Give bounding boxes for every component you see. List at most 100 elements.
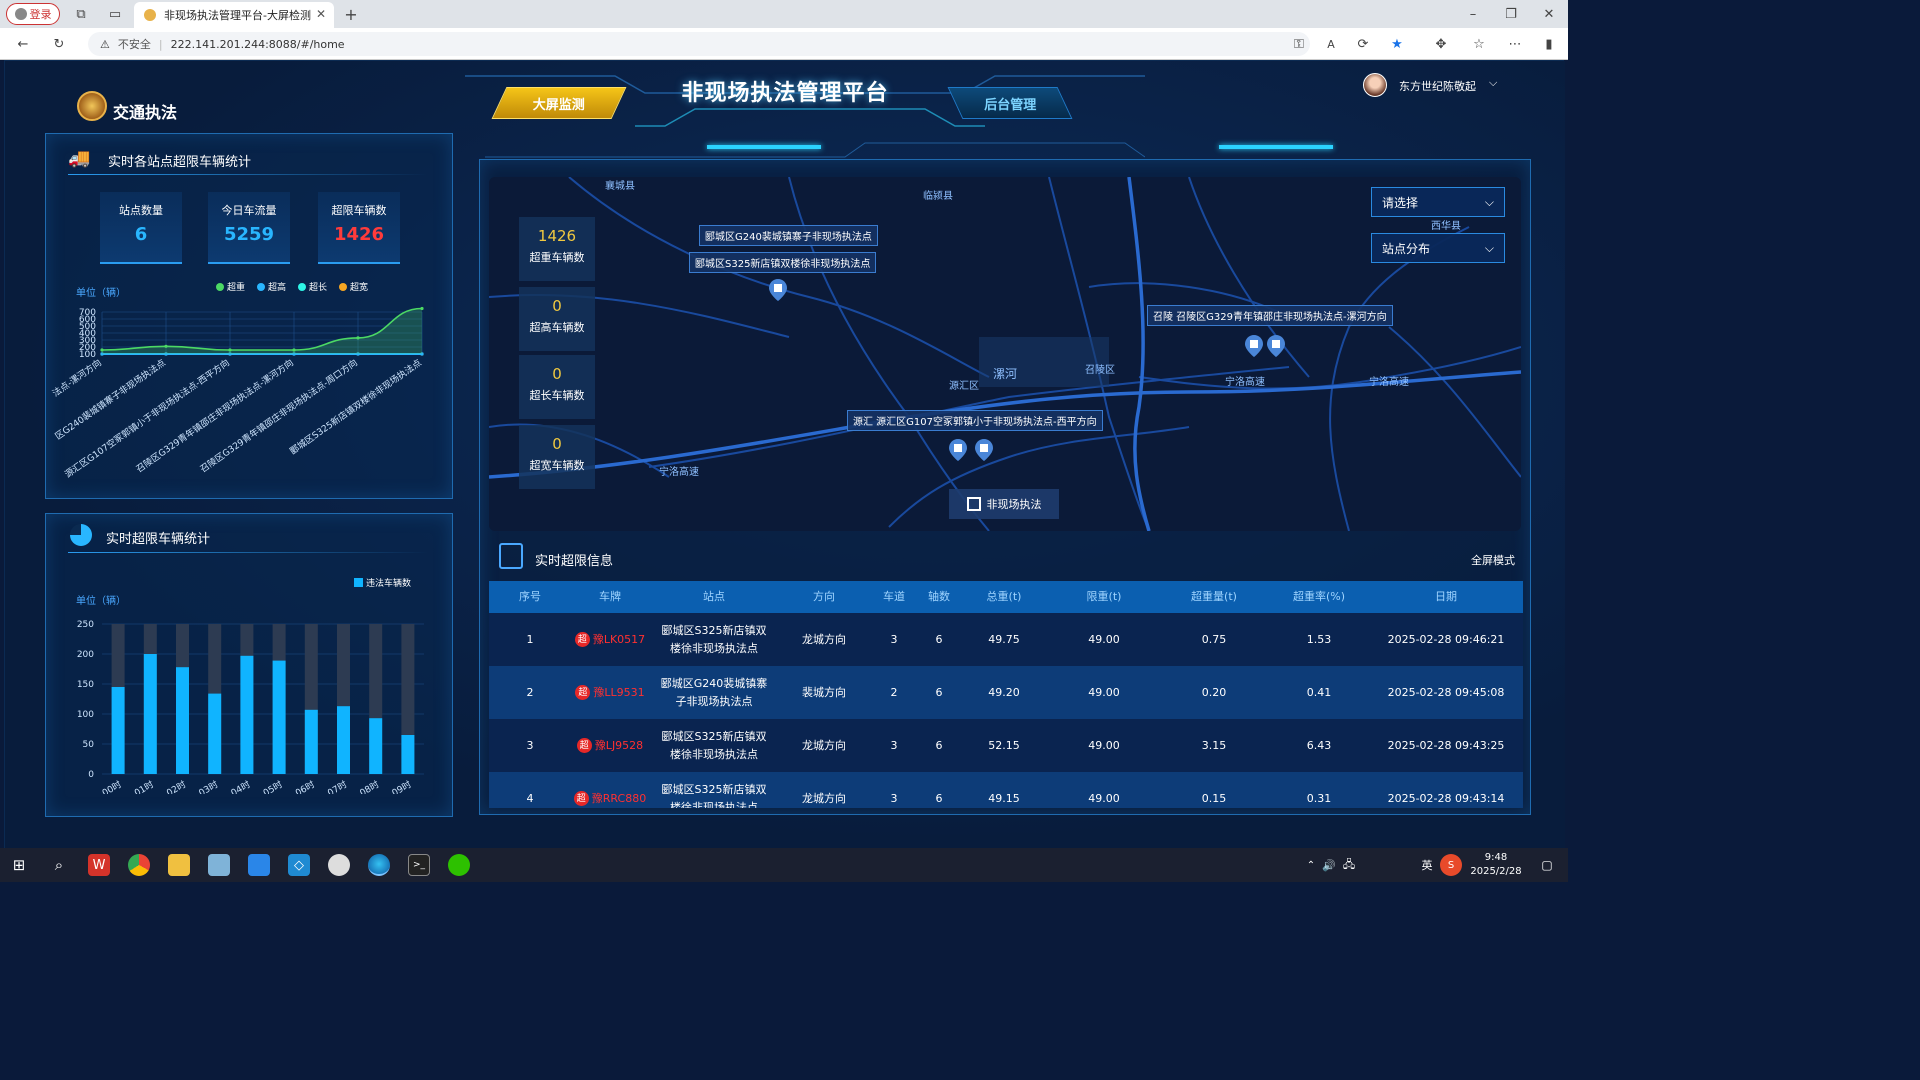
map-marker-icon[interactable] bbox=[769, 279, 787, 301]
ime-indicator[interactable]: 英 bbox=[1416, 854, 1438, 876]
browser-tab-active[interactable]: 非现场执法管理平台-大屏检测 ✕ bbox=[134, 2, 334, 28]
map-legend-label: 非现场执法 bbox=[986, 498, 1042, 511]
map[interactable]: 1426 超重车辆数 0 超高车辆数 0 超长车辆数 0 超宽车辆数 襄城县 临颍县 西… bbox=[489, 177, 1521, 531]
station-stats-panel: 🚚 实时各站点超限车辆统计 站点数量 6 今日车流量 5259 超限车辆数 14… bbox=[45, 133, 453, 499]
url-field[interactable]: ⚠ 不安全 | 222.141.201.244:8088/#/home bbox=[88, 32, 1310, 56]
feishu-icon[interactable] bbox=[248, 854, 270, 876]
new-tab-icon[interactable]: + bbox=[340, 3, 362, 25]
stat-value: 1426 bbox=[333, 224, 385, 245]
refresh-icon[interactable]: ↻ bbox=[48, 33, 70, 55]
profile-button[interactable]: 登录 bbox=[6, 3, 60, 25]
key-icon[interactable]: ⚿ bbox=[1288, 33, 1310, 55]
windows-start-icon[interactable]: ⊞ bbox=[8, 854, 30, 876]
bar[interactable] bbox=[304, 709, 318, 774]
workspaces-icon[interactable]: ⧉ bbox=[70, 3, 92, 25]
notepad-icon[interactable] bbox=[208, 854, 230, 876]
vscode-icon[interactable]: ◇ bbox=[288, 854, 310, 876]
terminal-icon[interactable]: >_ bbox=[408, 854, 430, 876]
read-aloud-icon[interactable]: A bbox=[1320, 33, 1342, 55]
x-tick-label: 01时 bbox=[132, 778, 156, 794]
map-station-tag[interactable]: 郾城区G240裴城镇寨子非现场执法点 bbox=[699, 225, 878, 246]
map-place-label: 西华县 bbox=[1431, 221, 1461, 232]
bar[interactable] bbox=[143, 654, 157, 774]
bar[interactable] bbox=[176, 667, 189, 774]
volume-icon[interactable]: 🔊 bbox=[1318, 854, 1340, 876]
series-point bbox=[420, 306, 424, 311]
table-cell-limit: 49.00 bbox=[1088, 738, 1120, 752]
map-marker-icon[interactable] bbox=[1267, 335, 1285, 357]
bar[interactable] bbox=[111, 687, 125, 774]
chrome-icon[interactable] bbox=[128, 854, 150, 876]
sogou-icon[interactable]: S bbox=[1440, 854, 1462, 876]
tab-actions-icon[interactable]: ▭ bbox=[104, 3, 126, 25]
bar[interactable] bbox=[272, 660, 286, 774]
chevron-down-icon: ⌵ bbox=[1484, 240, 1494, 255]
user-avatar[interactable] bbox=[1363, 73, 1387, 97]
taskbar-clock[interactable]: 9:48 2025/2/28 bbox=[1466, 851, 1526, 879]
map-marker-icon[interactable] bbox=[1245, 335, 1263, 357]
map-stat-overwidth: 0 超宽车辆数 bbox=[519, 425, 595, 489]
stat-label: 今日车流量 bbox=[221, 204, 277, 217]
layer-select[interactable]: 站点分布 ⌵ bbox=[1371, 233, 1505, 263]
taskbar: ⊞ ⌕ W ◇ >_ ⌃ 🔊 🖧 英 S 9:48 2025/2/28 ▢ bbox=[0, 848, 1568, 882]
station-stats-title: 实时各站点超限车辆统计 bbox=[108, 155, 252, 170]
close-window-icon[interactable]: ✕ bbox=[1538, 3, 1560, 25]
notifications-icon[interactable]: ▢ bbox=[1536, 854, 1558, 876]
favorites-icon[interactable]: ☆ bbox=[1468, 33, 1490, 55]
table-row[interactable]: 4 超豫RRC880 郾城区S325新店镇双楼徐非现场执法点 龙城方向 3 6 49.15 4… bbox=[489, 772, 1523, 808]
map-place-label: 源汇区 bbox=[949, 381, 979, 392]
network-icon[interactable]: 🖧 bbox=[1338, 854, 1360, 876]
favorite-star-icon[interactable]: ★ bbox=[1386, 33, 1408, 55]
map-station-tag[interactable]: 召陵 召陵区G329青年镇邵庄非现场执法点-漯河方向 bbox=[1147, 305, 1393, 326]
table-row[interactable]: 1 超豫LK0517 郾城区S325新店镇双楼徐非现场执法点 龙城方向 3 6 49.75 4… bbox=[489, 613, 1523, 666]
bar[interactable] bbox=[240, 655, 254, 774]
sidebar-icon[interactable]: ▮ bbox=[1538, 33, 1560, 55]
map-station-tag[interactable]: 郾城区S325新店镇双楼徐非现场执法点 bbox=[689, 252, 877, 273]
warning-icon: ⚠ bbox=[100, 37, 110, 51]
x-tick-label: 03时 bbox=[196, 778, 220, 794]
sync-icon[interactable]: ⟳ bbox=[1352, 33, 1374, 55]
chevron-down-icon[interactable]: ⌵ bbox=[1489, 76, 1497, 90]
column-header: 超重率(%) bbox=[1292, 590, 1346, 603]
chat-icon[interactable] bbox=[328, 854, 350, 876]
more-icon[interactable]: ⋯ bbox=[1504, 33, 1526, 55]
tab-close-icon[interactable]: ✕ bbox=[316, 7, 326, 21]
x-tick-label: 法点-漯河方向 bbox=[50, 357, 104, 400]
bar[interactable] bbox=[337, 706, 350, 774]
table-row[interactable]: 3 超豫LJ9528 郾城区S325新店镇双楼徐非现场执法点 龙城方向 3 6 52.15 4… bbox=[489, 719, 1523, 772]
wps-icon[interactable]: W bbox=[88, 854, 110, 876]
station-select[interactable]: 请选择 ⌵ bbox=[1371, 187, 1505, 217]
bar[interactable] bbox=[208, 693, 222, 774]
user-name[interactable]: 东方世纪陈敬起 bbox=[1399, 78, 1476, 94]
file-explorer-icon[interactable] bbox=[168, 854, 190, 876]
map-marker-icon[interactable] bbox=[975, 439, 993, 461]
profile-label: 登录 bbox=[29, 8, 52, 21]
bar[interactable] bbox=[401, 735, 415, 774]
bar[interactable] bbox=[369, 718, 383, 774]
bar-legend: 违法车辆数 bbox=[354, 576, 411, 589]
legend-item: 超重 bbox=[216, 280, 245, 293]
tab-title: 非现场执法管理平台-大屏检测 bbox=[164, 9, 311, 22]
table-cell-dir: 龙城方向 bbox=[802, 791, 846, 805]
x-tick-label: 04时 bbox=[229, 778, 253, 794]
extensions-icon[interactable]: ✥ bbox=[1430, 33, 1452, 55]
restore-icon[interactable]: ❐ bbox=[1500, 3, 1522, 25]
map-station-tag[interactable]: 源汇 源汇区G107空冢郭镇小于非现场执法点-西平方向 bbox=[847, 410, 1103, 431]
map-marker-icon[interactable] bbox=[949, 439, 967, 461]
nav-monitor-button[interactable]: 大屏监测 bbox=[491, 87, 627, 119]
minimize-icon[interactable]: – bbox=[1462, 3, 1484, 25]
nav-admin-button[interactable]: 后台管理 bbox=[947, 87, 1073, 119]
truck-icon: 🚚 bbox=[68, 148, 91, 169]
search-icon[interactable]: ⌕ bbox=[48, 854, 70, 876]
nav-monitor-label: 大屏监测 bbox=[532, 97, 585, 113]
table-cell-plate: 超豫LK0517 bbox=[571, 613, 649, 666]
edge-icon[interactable] bbox=[368, 854, 390, 876]
table-row[interactable]: 2 超豫LL9531 郾城区G240裴城镇寨子非现场执法点 裴城方向 2 6 49.20 49… bbox=[489, 666, 1523, 719]
layer-select-value: 站点分布 bbox=[1382, 241, 1431, 256]
fullscreen-button[interactable]: 全屏模式 bbox=[1471, 552, 1515, 568]
back-icon[interactable]: ← bbox=[12, 33, 34, 55]
wechat-icon[interactable] bbox=[448, 854, 470, 876]
y-tick-label: 50 bbox=[83, 740, 95, 750]
table-cell-dir: 龙城方向 bbox=[802, 738, 846, 752]
x-tick-label: 06时 bbox=[293, 778, 317, 794]
